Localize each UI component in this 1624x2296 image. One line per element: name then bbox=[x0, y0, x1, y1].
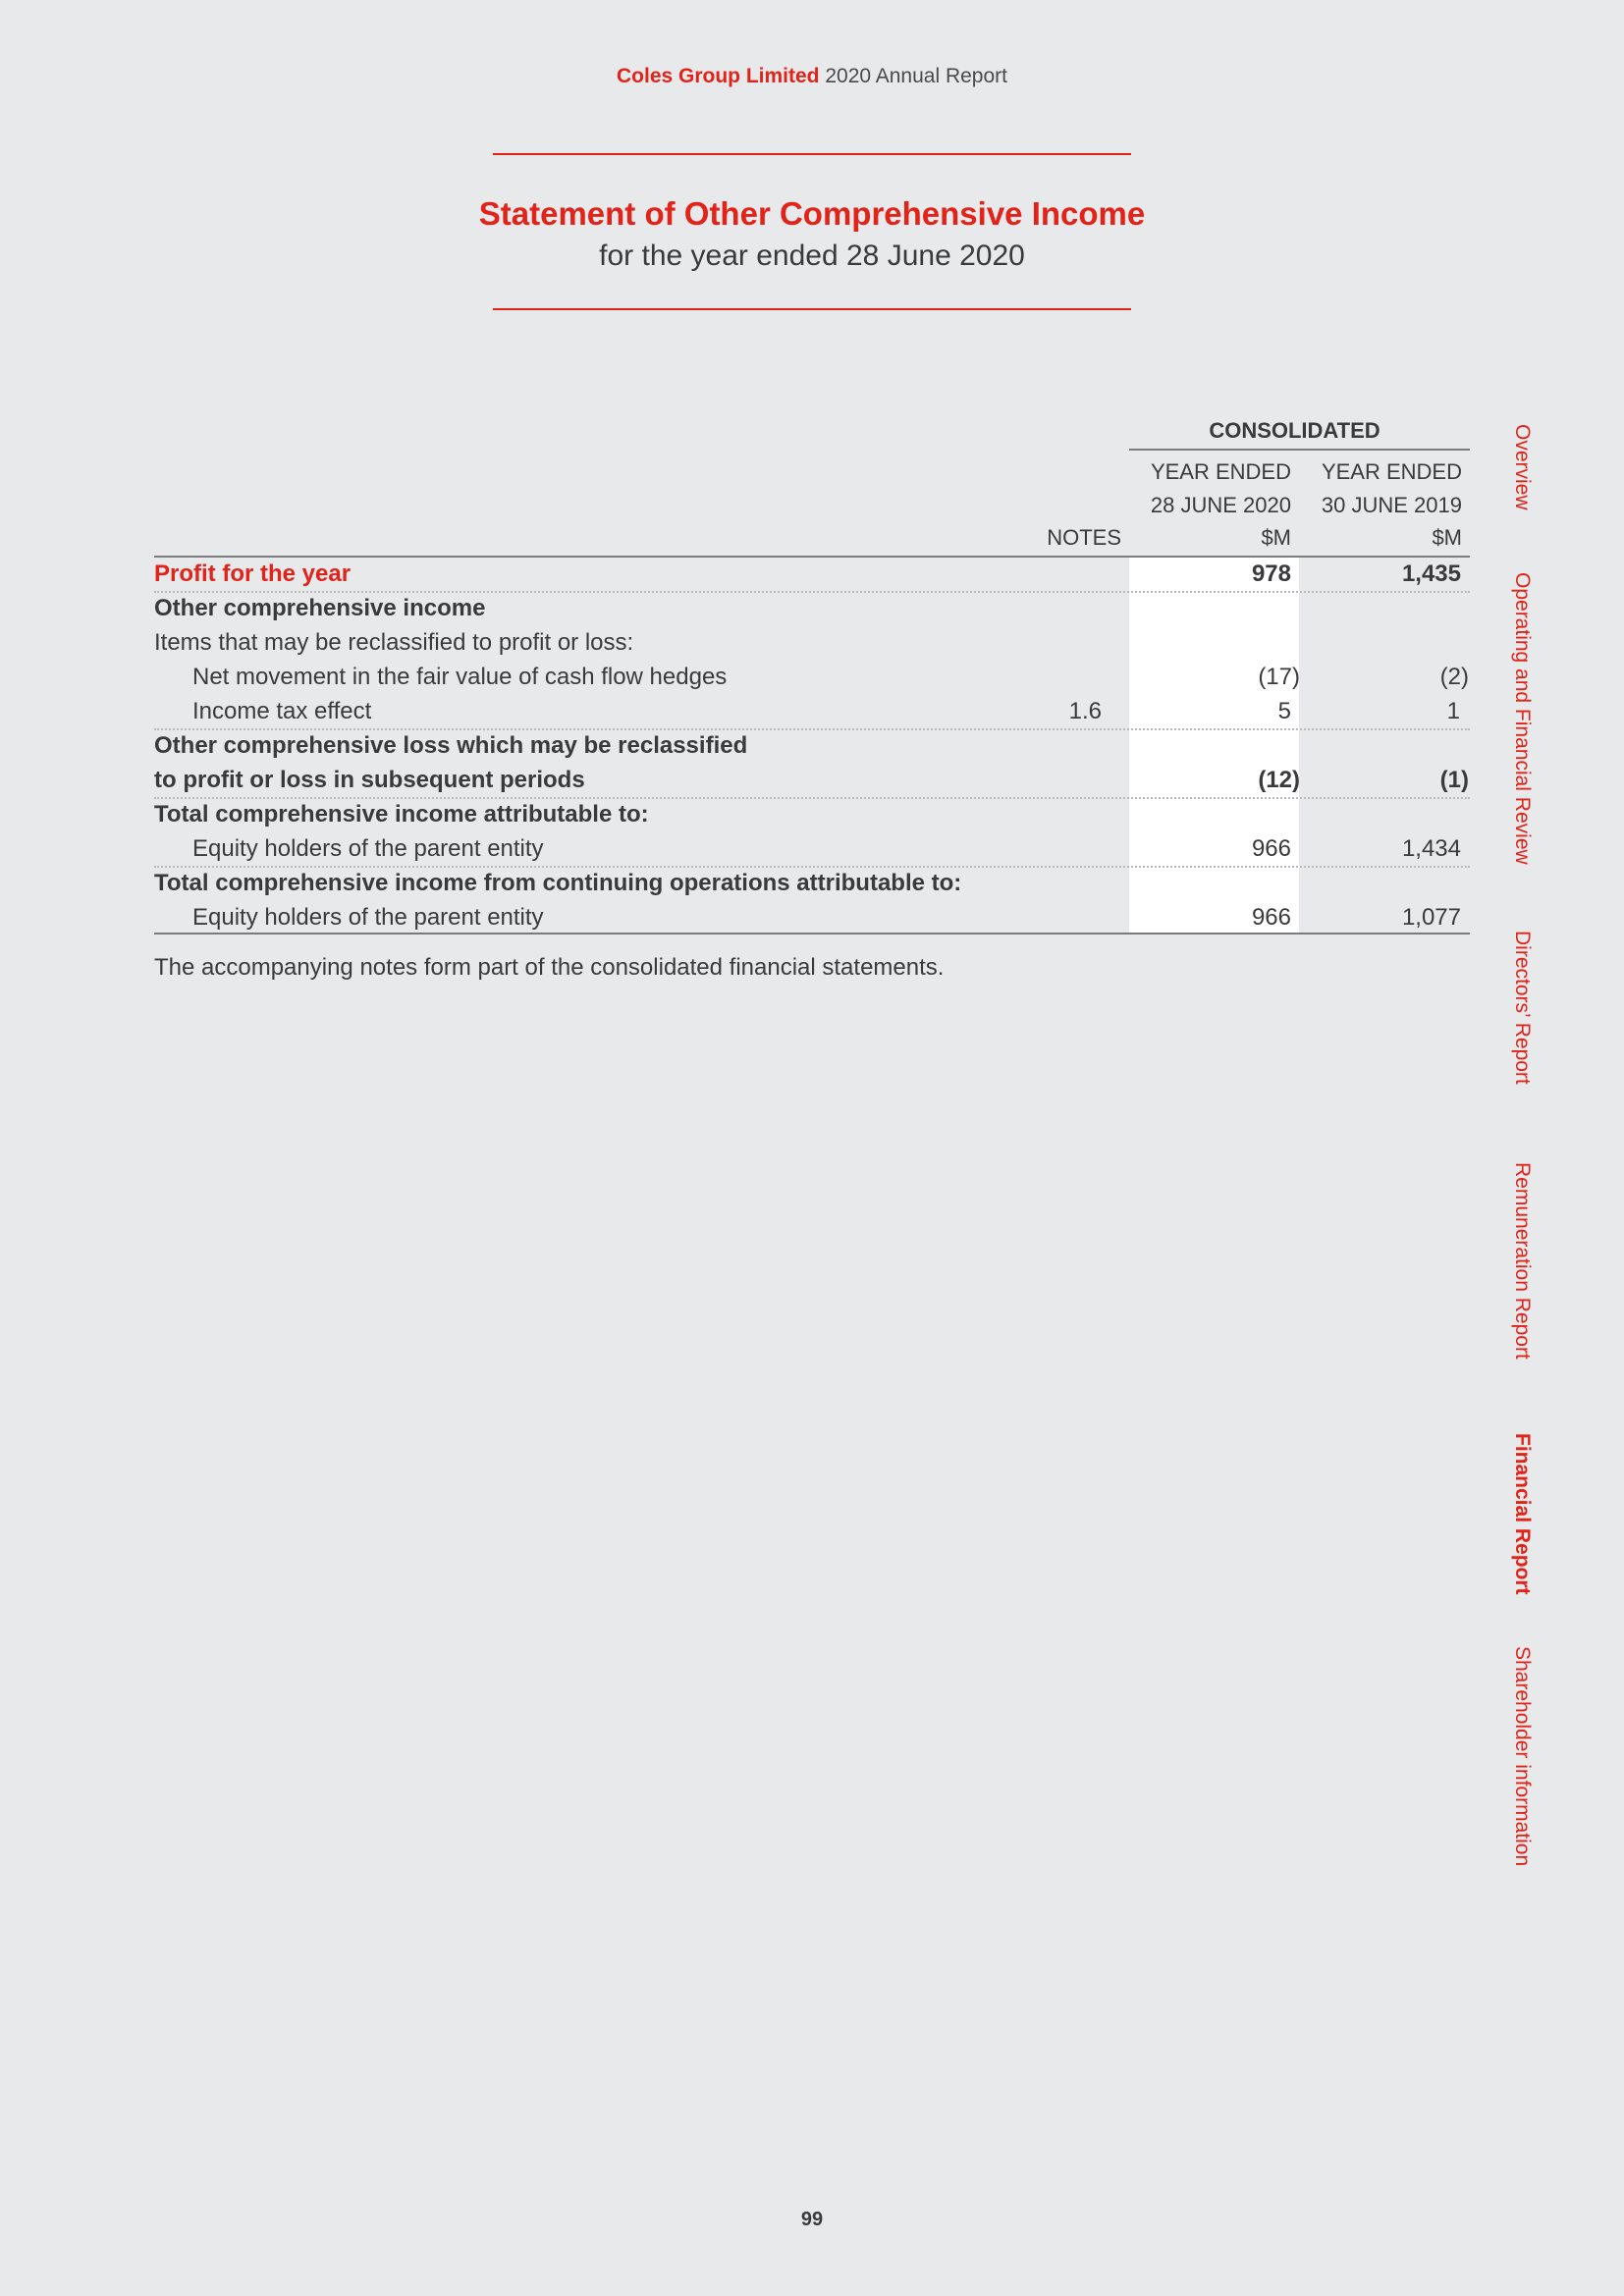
consolidated-rule bbox=[1129, 449, 1470, 451]
row-label-profit: Profit for the year bbox=[154, 561, 352, 587]
side-nav-directors-report[interactable]: Directors’ Report bbox=[1510, 931, 1534, 1085]
row-label-ocl-line2: to profit or loss in subsequent periods bbox=[154, 767, 585, 793]
col-2019-line1: YEAR ENDED bbox=[1321, 459, 1462, 484]
side-nav-remuneration-report[interactable]: Remuneration Report bbox=[1510, 1162, 1534, 1360]
notes-header: NOTES bbox=[1047, 525, 1121, 550]
row-value-2019-equity: 1,434 bbox=[1401, 835, 1461, 862]
row-value-2019-profit: 1,435 bbox=[1401, 561, 1461, 587]
side-nav-overview[interactable]: Overview bbox=[1510, 424, 1534, 510]
row-label-total-ci-continuing: Total comprehensive income from continui… bbox=[154, 870, 962, 896]
row-value-2020-equity: 966 bbox=[1251, 835, 1291, 862]
col-2019-line2: 30 JUNE 2019 bbox=[1321, 493, 1462, 517]
page-number: 99 bbox=[800, 2209, 824, 2230]
row-label-equity-holders-continuing: Equity holders of the parent entity bbox=[192, 904, 544, 931]
row-value-2019-tax: 1 bbox=[1446, 698, 1460, 724]
col-2020-unit: $M bbox=[1261, 525, 1291, 550]
row-value-2019-hedges: (2) bbox=[1439, 664, 1469, 690]
side-nav-operating-review[interactable]: Operating and Financial Review bbox=[1510, 572, 1534, 865]
company-name: Coles Group Limited bbox=[617, 65, 820, 87]
row-label-ocl-line1: Other comprehensive loss which may be re… bbox=[154, 732, 748, 759]
side-nav-financial-report[interactable]: Financial Report bbox=[1510, 1433, 1534, 1595]
row-divider bbox=[154, 591, 1470, 593]
row-divider bbox=[154, 797, 1470, 799]
current-year-highlight bbox=[1129, 556, 1299, 933]
row-label-total-ci: Total comprehensive income attributable … bbox=[154, 801, 649, 828]
row-label-cash-flow-hedges: Net movement in the fair value of cash f… bbox=[192, 664, 728, 690]
row-label-reclassified: Items that may be reclassified to profit… bbox=[154, 629, 634, 656]
row-note-income-tax: 1.6 bbox=[1068, 698, 1102, 724]
row-label-oci: Other comprehensive income bbox=[154, 595, 486, 621]
page-title: Statement of Other Comprehensive Income bbox=[478, 195, 1146, 232]
col-2019-unit: $M bbox=[1432, 525, 1462, 550]
row-value-2020-tax: 5 bbox=[1277, 698, 1291, 724]
table-bottom-rule bbox=[154, 933, 1470, 934]
row-label-income-tax: Income tax effect bbox=[192, 698, 372, 724]
report-header: Coles Group Limited 2020 Annual Report bbox=[0, 65, 1624, 88]
side-nav-shareholder-information[interactable]: Shareholder information bbox=[1510, 1646, 1534, 1866]
row-value-2019-equity-continuing: 1,077 bbox=[1401, 904, 1461, 931]
col-2020-line2: 28 JUNE 2020 bbox=[1150, 493, 1291, 517]
page-subtitle: for the year ended 28 June 2020 bbox=[599, 240, 1025, 272]
title-top-rule bbox=[493, 153, 1131, 155]
header-rule bbox=[154, 556, 1470, 558]
row-value-2020-ocl: (12) bbox=[1258, 767, 1300, 793]
title-bottom-rule bbox=[493, 308, 1131, 310]
footnote: The accompanying notes form part of the … bbox=[154, 954, 945, 981]
row-value-2020-hedges: (17) bbox=[1258, 664, 1300, 690]
row-value-2020-equity-continuing: 966 bbox=[1251, 904, 1291, 931]
report-name: 2020 Annual Report bbox=[819, 65, 1007, 87]
row-divider bbox=[154, 728, 1470, 730]
row-label-equity-holders: Equity holders of the parent entity bbox=[192, 835, 544, 862]
row-divider bbox=[154, 866, 1470, 868]
col-2020-line1: YEAR ENDED bbox=[1150, 459, 1291, 484]
consolidated-header: CONSOLIDATED bbox=[1209, 418, 1380, 443]
row-value-2020-profit: 978 bbox=[1251, 561, 1291, 587]
row-value-2019-ocl: (1) bbox=[1439, 767, 1469, 793]
